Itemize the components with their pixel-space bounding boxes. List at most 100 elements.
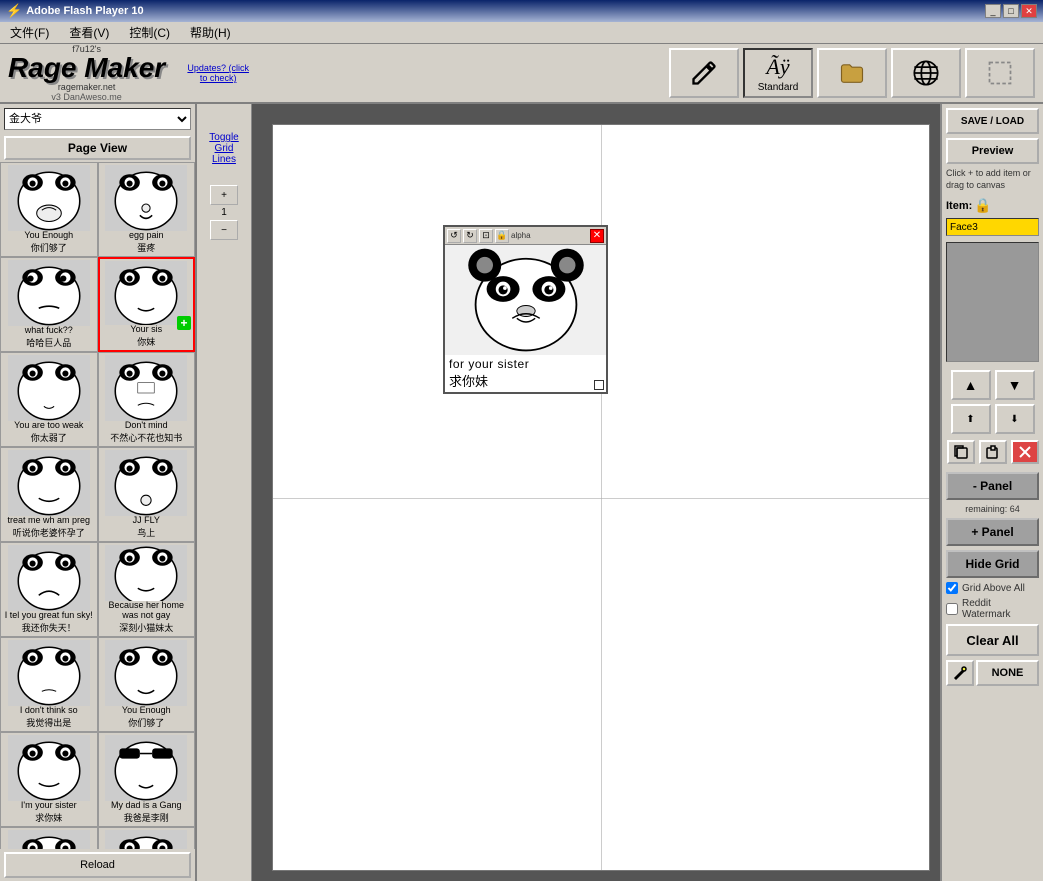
- plus-panel-button[interactable]: + Panel: [946, 518, 1039, 546]
- move-bottom-button[interactable]: ⬇: [995, 404, 1035, 434]
- canvas-wrapper: ToggleGridLines + 1 −: [197, 104, 940, 881]
- remaining-text: remaining: 64: [946, 504, 1039, 514]
- minimize-button[interactable]: _: [985, 4, 1001, 18]
- panda-large-svg: [446, 245, 606, 355]
- zoom-in-button[interactable]: +: [210, 185, 238, 205]
- face-label-cn: 你太弱了: [31, 431, 67, 444]
- rotate-left-icon[interactable]: ↺: [447, 229, 461, 243]
- panda-face-svg: [105, 165, 187, 231]
- face-item[interactable]: egg pain 蛋疼: [98, 162, 196, 257]
- face-image: [105, 545, 187, 601]
- canvas-bg: ↺ ↻ ⊡ 🔒 alpha ✕: [272, 124, 930, 871]
- select-tool-button[interactable]: [965, 48, 1035, 98]
- rotate-right-icon[interactable]: ↻: [463, 229, 477, 243]
- clear-all-button[interactable]: Clear All: [946, 624, 1039, 656]
- text-area-canvas: for your sister 求你妹: [445, 355, 606, 392]
- text-line2: 求你妹: [449, 371, 602, 390]
- face-category-select[interactable]: 金大爷: [4, 108, 191, 130]
- face-label-cn: 不然心不花也知书: [110, 431, 182, 444]
- window-controls[interactable]: _ □ ✕: [985, 4, 1037, 18]
- close-button[interactable]: ✕: [1021, 4, 1037, 18]
- item-label: Item:: [946, 200, 972, 212]
- face-image: [8, 450, 90, 516]
- face-item[interactable]: Because her home was not gay 深刻小猫妹太: [98, 542, 196, 637]
- face-image: [105, 450, 187, 516]
- move-down-button[interactable]: ▼: [995, 370, 1035, 400]
- face-item[interactable]: what fuck?? 哈哈巨人品: [0, 257, 98, 352]
- face-label-en: You Enough: [122, 706, 171, 716]
- restore-button[interactable]: □: [1003, 4, 1019, 18]
- toggle-strip: ToggleGridLines + 1 −: [197, 104, 252, 881]
- none-button[interactable]: NONE: [976, 660, 1039, 686]
- page-view-button[interactable]: Page View: [4, 136, 191, 160]
- panda-face-svg: [105, 450, 187, 516]
- left-sidebar: 金大爷 Page View: [0, 104, 197, 881]
- minus-panel-button[interactable]: - Panel: [946, 472, 1039, 500]
- face-item[interactable]: The meh breath 亚一起着急气土: [0, 827, 98, 849]
- face-label-cn: 我觉得出是: [26, 716, 71, 729]
- menu-help[interactable]: 帮助(H): [184, 22, 237, 43]
- item-list-area: [946, 242, 1039, 362]
- face-label-en: You Enough: [24, 231, 73, 241]
- resize-handle[interactable]: [594, 380, 604, 390]
- flash-icon: ⚡: [6, 3, 22, 19]
- reload-button[interactable]: Reload: [4, 852, 191, 878]
- face-label-en: Because her home was not gay: [101, 601, 193, 621]
- save-load-button[interactable]: SAVE / LOAD: [946, 108, 1039, 134]
- panda-face-svg: [8, 165, 90, 231]
- flip-icon[interactable]: ⊡: [479, 229, 493, 243]
- face-item[interactable]: You know eggs 你懂个卵: [98, 827, 196, 849]
- face-item[interactable]: You are too weak 你太弱了: [0, 352, 98, 447]
- globe-tool-button[interactable]: [891, 48, 961, 98]
- face-item[interactable]: I tel you great fun sky! 我还你失天！: [0, 542, 98, 637]
- font-icon: Ãÿ: [766, 54, 789, 80]
- face-item[interactable]: Don't mind 不然心不花也知书: [98, 352, 196, 447]
- face-item[interactable]: I don't think so 我觉得出是: [0, 637, 98, 732]
- face-item[interactable]: You Enough 你们够了: [0, 162, 98, 257]
- menu-file[interactable]: 文件(F): [4, 22, 55, 43]
- face-image: [8, 165, 90, 231]
- face-item[interactable]: JJ FLY 鸟上: [98, 447, 196, 542]
- menu-view[interactable]: 查看(V): [63, 22, 115, 43]
- close-element-button[interactable]: ✕: [590, 229, 604, 243]
- pencil-tool-button[interactable]: [669, 48, 739, 98]
- grid-above-checkbox[interactable]: [946, 582, 958, 594]
- lock-icon[interactable]: 🔒: [495, 229, 509, 243]
- logo-website: ragemaker.net: [58, 82, 116, 92]
- face-item[interactable]: treat me wh am preg 听说你老婆怀孕了: [0, 447, 98, 542]
- updates-link[interactable]: Updates? (click to check): [183, 63, 253, 83]
- select-icon: [986, 59, 1014, 87]
- panda-face-svg: [8, 735, 90, 801]
- face-item-selected[interactable]: Your sis 你妹 +: [98, 257, 196, 352]
- face-label-cn: 我爸是李刚: [124, 811, 169, 824]
- move-top-button[interactable]: ⬆: [951, 404, 991, 434]
- face-item[interactable]: You Enough 你们够了: [98, 637, 196, 732]
- eyedropper-button[interactable]: [946, 660, 974, 686]
- preview-button[interactable]: Preview: [946, 138, 1039, 164]
- lock-icon[interactable]: 🔒: [974, 197, 991, 214]
- menu-control[interactable]: 控制(C): [123, 22, 176, 43]
- item-value[interactable]: Face3: [946, 218, 1039, 236]
- reddit-watermark-checkbox[interactable]: [946, 603, 958, 615]
- font-tool-button[interactable]: Ãÿ Standard: [743, 48, 813, 98]
- canvas-element[interactable]: ↺ ↻ ⊡ 🔒 alpha ✕: [443, 225, 608, 394]
- face-label-cn: 你妹: [137, 335, 155, 348]
- delete-button[interactable]: [1011, 440, 1039, 464]
- folder-tool-button[interactable]: [817, 48, 887, 98]
- zoom-out-button[interactable]: −: [210, 220, 238, 240]
- face-label-en: what fuck??: [25, 326, 73, 336]
- face-item[interactable]: My dad is a Gang 我爸是李刚: [98, 732, 196, 827]
- face-image: [8, 735, 90, 801]
- move-up-button[interactable]: ▲: [951, 370, 991, 400]
- folder-icon: [838, 59, 866, 87]
- arrow-buttons-row: ▲ ▼: [946, 370, 1039, 400]
- paste-button[interactable]: [979, 440, 1007, 464]
- panda-face-svg: [105, 355, 187, 421]
- copy-button[interactable]: [947, 440, 975, 464]
- toggle-grid-link[interactable]: ToggleGridLines: [209, 132, 238, 165]
- canvas-area[interactable]: ↺ ↻ ⊡ 🔒 alpha ✕: [252, 104, 940, 881]
- hide-grid-button[interactable]: Hide Grid: [946, 550, 1039, 578]
- face-item[interactable]: I'm your sister 求你妹: [0, 732, 98, 827]
- face-label-en: Don't mind: [125, 421, 168, 431]
- none-row: NONE: [946, 660, 1039, 686]
